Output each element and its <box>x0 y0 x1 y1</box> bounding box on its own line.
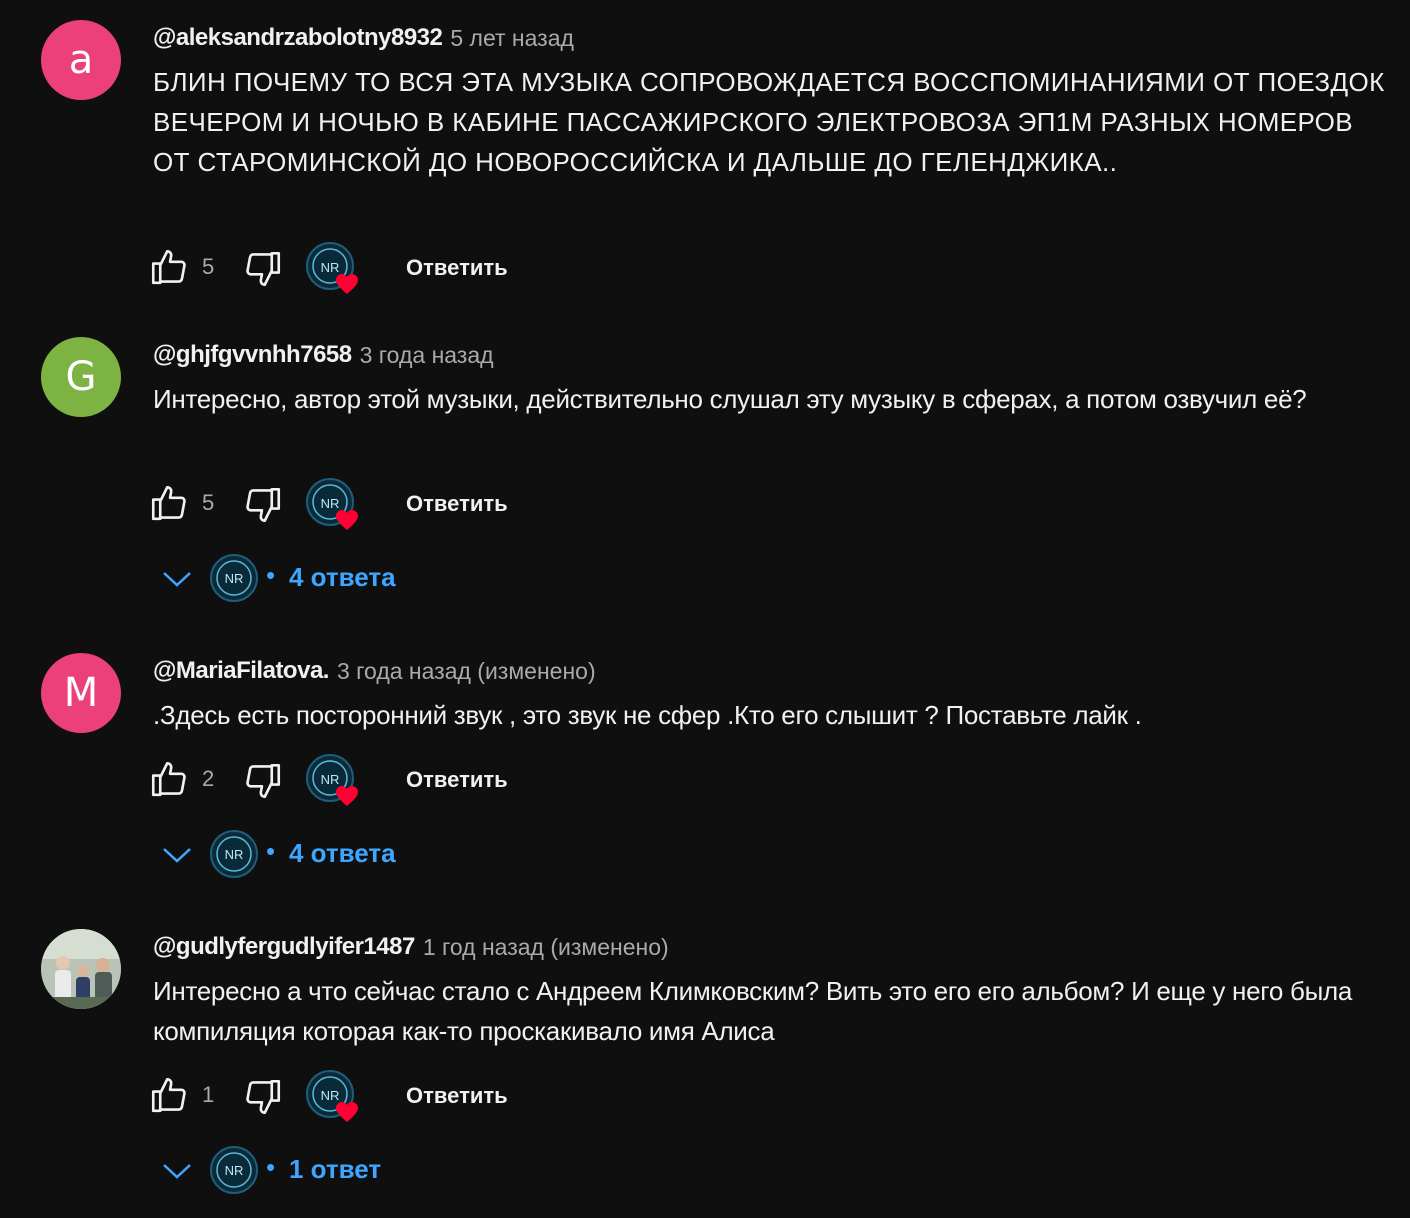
avatar-photo-image <box>41 929 121 1009</box>
comment-text: Интересно, автор этой музыки, действител… <box>153 384 1307 414</box>
timestamp[interactable]: 3 года назад <box>360 342 494 369</box>
creator-initials: NR <box>321 1088 340 1103</box>
separator-dot: • <box>266 836 276 866</box>
comment-toolbar: 2 NR Ответить <box>148 754 568 808</box>
comment-toolbar: 5 NR Ответить <box>148 478 568 532</box>
thumbs-up-icon[interactable] <box>148 246 190 288</box>
creator-initials: NR <box>321 772 340 787</box>
thumbs-up-icon[interactable] <box>148 482 190 524</box>
chevron-down-icon <box>160 1158 194 1184</box>
comment-header: @MariaFilatova. 3 года назад (изменено) <box>153 653 596 689</box>
reply-button[interactable]: Ответить <box>406 255 508 281</box>
thumbs-down-icon[interactable] <box>242 1076 284 1118</box>
view-replies-button[interactable]: NR • 4 ответа <box>160 554 560 604</box>
timestamp[interactable]: 3 года назад (изменено) <box>337 658 596 685</box>
like-count: 5 <box>202 254 215 279</box>
comment-header: @aleksandrzabolotny8932 5 лет назад <box>153 20 574 56</box>
timestamp[interactable]: 5 лет назад <box>450 25 574 52</box>
avatar-letter: G <box>65 354 97 400</box>
creator-avatar-icon: NR <box>210 554 258 602</box>
creator-initials: NR <box>321 496 340 511</box>
author-name[interactable]: @aleksandrzabolotny8932 <box>153 24 443 52</box>
like-count: 1 <box>202 1082 215 1107</box>
avatar-letter: M <box>63 670 99 716</box>
replies-count[interactable]: 4 ответа <box>289 562 396 593</box>
thumbs-up-icon[interactable] <box>148 758 190 800</box>
creator-heart-icon: NR <box>306 478 364 532</box>
creator-heart-icon: NR <box>306 242 364 296</box>
creator-avatar-icon: NR <box>210 830 258 878</box>
timestamp[interactable]: 1 год назад (изменено) <box>423 934 669 961</box>
replies-count[interactable]: 4 ответа <box>289 838 396 869</box>
comment-text: .Здесь есть посторонний звук , это звук … <box>153 700 1142 730</box>
creator-heart-icon: NR <box>306 1070 364 1124</box>
comment-header: @gudlyfergudlyifer1487 1 год назад (изме… <box>153 929 669 965</box>
author-name[interactable]: @gudlyfergudlyifer1487 <box>153 933 415 961</box>
creator-avatar-icon: NR <box>210 1146 258 1194</box>
creator-initials: NR <box>321 260 340 275</box>
reply-button[interactable]: Ответить <box>406 767 508 793</box>
creator-heart-icon: NR <box>306 754 364 808</box>
chevron-down-icon <box>160 842 194 868</box>
like-count: 5 <box>202 490 215 515</box>
avatar[interactable]: G <box>41 337 121 417</box>
view-replies-button[interactable]: NR • 4 ответа <box>160 830 560 880</box>
comment-toolbar: 1 NR Ответить <box>148 1070 568 1124</box>
separator-dot: • <box>266 1152 276 1182</box>
avatar[interactable]: a <box>41 20 121 100</box>
creator-initials: NR <box>225 1163 244 1178</box>
avatar[interactable]: M <box>41 653 121 733</box>
like-count: 2 <box>202 766 215 791</box>
comment-text: БЛИН ПОЧЕМУ ТО ВСЯ ЭТА МУЗЫКА СОПРОВОЖДА… <box>153 67 1385 177</box>
avatar-letter: a <box>68 37 94 83</box>
thumbs-down-icon[interactable] <box>242 760 284 802</box>
creator-initials: NR <box>225 847 244 862</box>
thumbs-down-icon[interactable] <box>242 248 284 290</box>
chevron-down-icon <box>160 566 194 592</box>
comment-toolbar: 5 NR Ответить <box>148 242 568 296</box>
avatar-photo[interactable] <box>41 929 121 1009</box>
comment-text: Интересно а что сейчас стало с Андреем К… <box>153 976 1352 1046</box>
author-name[interactable]: @ghjfgvvnhh7658 <box>153 341 352 369</box>
replies-count[interactable]: 1 ответ <box>289 1154 381 1185</box>
comment-header: @ghjfgvvnhh7658 3 года назад <box>153 337 494 373</box>
reply-button[interactable]: Ответить <box>406 491 508 517</box>
author-name[interactable]: @MariaFilatova. <box>153 657 329 685</box>
view-replies-button[interactable]: NR • 1 ответ <box>160 1146 560 1196</box>
creator-initials: NR <box>225 571 244 586</box>
separator-dot: • <box>266 560 276 590</box>
thumbs-up-icon[interactable] <box>148 1074 190 1116</box>
reply-button[interactable]: Ответить <box>406 1083 508 1109</box>
thumbs-down-icon[interactable] <box>242 484 284 526</box>
